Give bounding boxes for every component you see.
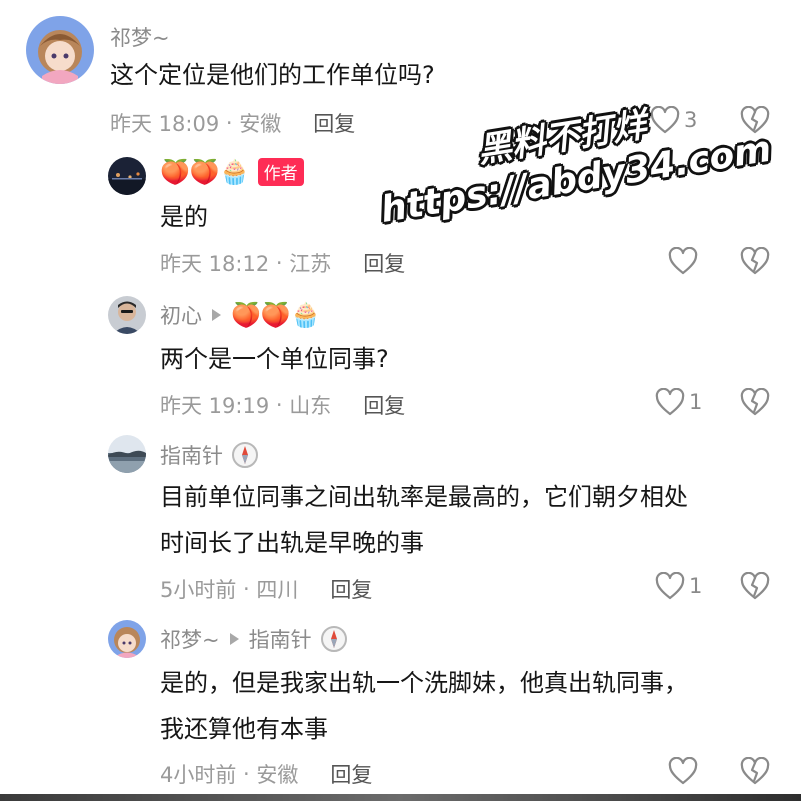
broken-heart-icon: [740, 387, 770, 416]
meta-separator: ·: [236, 762, 257, 786]
like-button[interactable]: 3: [650, 106, 697, 134]
broken-heart-icon: [740, 756, 770, 785]
comment-time: 昨天 18:12: [160, 252, 270, 276]
avatar[interactable]: [26, 16, 94, 84]
comment-text-line: 目前单位同事之间出轨率是最高的，它们朝夕相处: [160, 483, 688, 511]
reply-button[interactable]: 回复: [363, 248, 405, 278]
bottom-image-edge: [0, 794, 801, 801]
like-button[interactable]: [668, 247, 702, 275]
meta-separator: ·: [219, 111, 240, 135]
comment-meta: 昨天 19:19 · 山东 回复: [160, 390, 405, 420]
avatar[interactable]: [108, 157, 146, 195]
comment-text-line: 我还算他有本事: [160, 715, 328, 743]
meta-separator: ·: [236, 577, 257, 601]
heart-icon: [655, 388, 685, 416]
author-name[interactable]: 指南针: [160, 440, 223, 470]
heart-icon: [668, 757, 698, 785]
comment-text-line: 是的，但是我家出轨一个洗脚妹，他真出轨同事，: [160, 669, 688, 697]
avatar[interactable]: [108, 296, 146, 334]
author-emoji-decor: 🍑🍑🧁: [231, 301, 321, 329]
author-row: 祁梦~: [110, 22, 170, 52]
avatar[interactable]: [108, 620, 146, 658]
comment-item: 初心 🍑🍑🧁 两个是一个单位同事? 昨天 19:19 · 山东 回复 1: [0, 290, 801, 430]
author-row: 🍑🍑🧁 作者: [160, 158, 304, 186]
comment-time: 5小时前: [160, 578, 237, 602]
comment-text: 这个定位是他们的工作单位吗?: [110, 52, 435, 98]
broken-heart-icon: [740, 246, 770, 275]
like-count: 1: [689, 390, 703, 414]
comment-text-line: 两个是一个单位同事?: [160, 345, 389, 373]
avatar[interactable]: [108, 435, 146, 473]
author-name[interactable]: 祁梦~: [160, 624, 220, 654]
broken-heart-icon: [740, 105, 770, 134]
meta-separator: ·: [269, 251, 290, 275]
comment-location: 四川: [256, 578, 299, 602]
comment-meta: 昨天 18:12 · 江苏 回复: [160, 248, 405, 278]
comment-meta: 昨天 18:09 · 安徽 回复: [110, 108, 355, 138]
comment-text-line: 时间长了出轨是早晚的事: [160, 529, 424, 557]
heart-icon: [668, 247, 698, 275]
comment-text-line: 是的: [160, 203, 208, 231]
like-count: 3: [684, 108, 698, 132]
comment-text: 目前单位同事之间出轨率是最高的，它们朝夕相处 时间长了出轨是早晚的事: [160, 474, 688, 566]
reply-button[interactable]: 回复: [313, 108, 355, 138]
dislike-button[interactable]: [740, 387, 770, 420]
comment-meta: 5小时前 · 四川 回复: [160, 574, 372, 604]
heart-icon: [650, 106, 680, 134]
dislike-button[interactable]: [740, 105, 770, 138]
dislike-button[interactable]: [740, 246, 770, 279]
compass-icon: [320, 626, 347, 652]
play-triangle-icon: [212, 309, 221, 321]
author-row: 初心 🍑🍑🧁: [160, 300, 321, 330]
comment-item: 🍑🍑🧁 作者 是的 昨天 18:12 · 江苏 回复: [0, 150, 801, 290]
like-button[interactable]: 1: [655, 572, 702, 600]
comment-text: 是的，但是我家出轨一个洗脚妹，他真出轨同事， 我还算他有本事: [160, 660, 688, 752]
comment-text: 是的: [160, 194, 208, 240]
author-badge: 作者: [257, 158, 304, 186]
author-name[interactable]: 初心: [160, 300, 202, 330]
author-name[interactable]: 祁梦~: [110, 22, 170, 52]
author-emoji-name[interactable]: 🍑🍑🧁: [160, 160, 250, 184]
author-row: 祁梦~ 指南针: [160, 624, 348, 654]
comment-time: 昨天 19:19: [160, 394, 270, 418]
like-button[interactable]: 1: [655, 388, 702, 416]
meta-separator: ·: [269, 393, 290, 417]
dislike-button[interactable]: [740, 756, 770, 789]
comment-meta: 4小时前 · 安徽 回复: [160, 759, 372, 789]
like-count: 1: [689, 574, 703, 598]
comment-location: 安徽: [239, 112, 282, 136]
compass-icon: [232, 442, 258, 468]
like-button[interactable]: [668, 757, 702, 785]
comment-location: 江苏: [289, 252, 332, 276]
broken-heart-icon: [740, 571, 770, 600]
comment-item: 祁梦~ 指南针 是的，但是我家出轨一个洗脚妹，他真出轨同事， 我还算他有本事 4…: [0, 618, 801, 794]
reply-button[interactable]: 回复: [330, 574, 372, 604]
comment-time: 昨天 18:09: [110, 112, 220, 136]
heart-icon: [655, 572, 685, 600]
comment-text-line: 这个定位是他们的工作单位吗?: [110, 61, 435, 89]
comment-item: 指南针 目前单位同事之间出轨率是最高的，它们朝夕相处 时间长了出轨是早晚的事 5…: [0, 430, 801, 620]
reply-button[interactable]: 回复: [363, 390, 405, 420]
comment-location: 山东: [289, 394, 332, 418]
comment-time: 4小时前: [160, 763, 237, 787]
reply-button[interactable]: 回复: [330, 759, 372, 789]
reply-to-name[interactable]: 指南针: [249, 624, 312, 654]
author-row: 指南针: [160, 440, 259, 470]
reply-arrow-icon: [229, 633, 239, 645]
dislike-button[interactable]: [740, 571, 770, 604]
comment-location: 安徽: [256, 763, 299, 787]
comment-text: 两个是一个单位同事?: [160, 336, 389, 382]
comment-item: 祁梦~ 这个定位是他们的工作单位吗? 昨天 18:09 · 安徽 回复 3: [0, 0, 801, 150]
